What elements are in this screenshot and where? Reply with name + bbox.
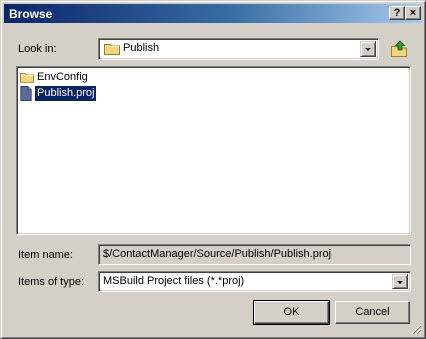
look-in-value: Publish [123,42,160,54]
chevron-down-icon [365,48,371,51]
folder-icon [20,73,34,83]
look-in-dropdown-button[interactable] [360,41,376,57]
item-name-label: Item name: [18,249,74,261]
items-of-type-dropdown[interactable]: MSBuild Project files (*.*proj) [98,271,411,292]
chevron-down-icon [397,281,403,284]
help-button[interactable]: ? [389,6,405,20]
items-of-type-dropdown-button[interactable] [392,274,408,289]
cancel-button[interactable]: Cancel [335,301,410,324]
look-in-label: Look in: [18,43,57,55]
title-bar[interactable]: Browse ? × [4,4,422,23]
items-of-type-value: MSBuild Project files (*.*proj) [103,275,245,287]
file-list[interactable]: EnvConfig Publish.proj [16,66,411,235]
dialog-title: Browse [9,7,53,21]
ok-button[interactable]: OK [253,300,330,325]
folder-icon [104,44,120,55]
close-button[interactable]: × [405,6,421,20]
up-one-level-icon[interactable] [390,40,408,58]
list-item-envconfig[interactable]: EnvConfig [20,70,110,86]
browse-dialog: Browse ? × Look in: Publish EnvConfig Pu… [0,0,426,339]
document-icon [20,86,32,101]
item-name-value: $/ContactManager/Source/Publish/Publish.… [103,248,332,260]
items-of-type-label: Items of type: [18,276,85,288]
resize-grip-icon[interactable] [410,323,422,335]
list-item-publish-proj[interactable]: Publish.proj [20,86,120,102]
list-item-label: Publish.proj [35,86,97,101]
look-in-dropdown[interactable]: Publish [98,38,379,60]
item-name-field: $/ContactManager/Source/Publish/Publish.… [98,244,411,265]
list-item-label: EnvConfig [37,71,88,83]
